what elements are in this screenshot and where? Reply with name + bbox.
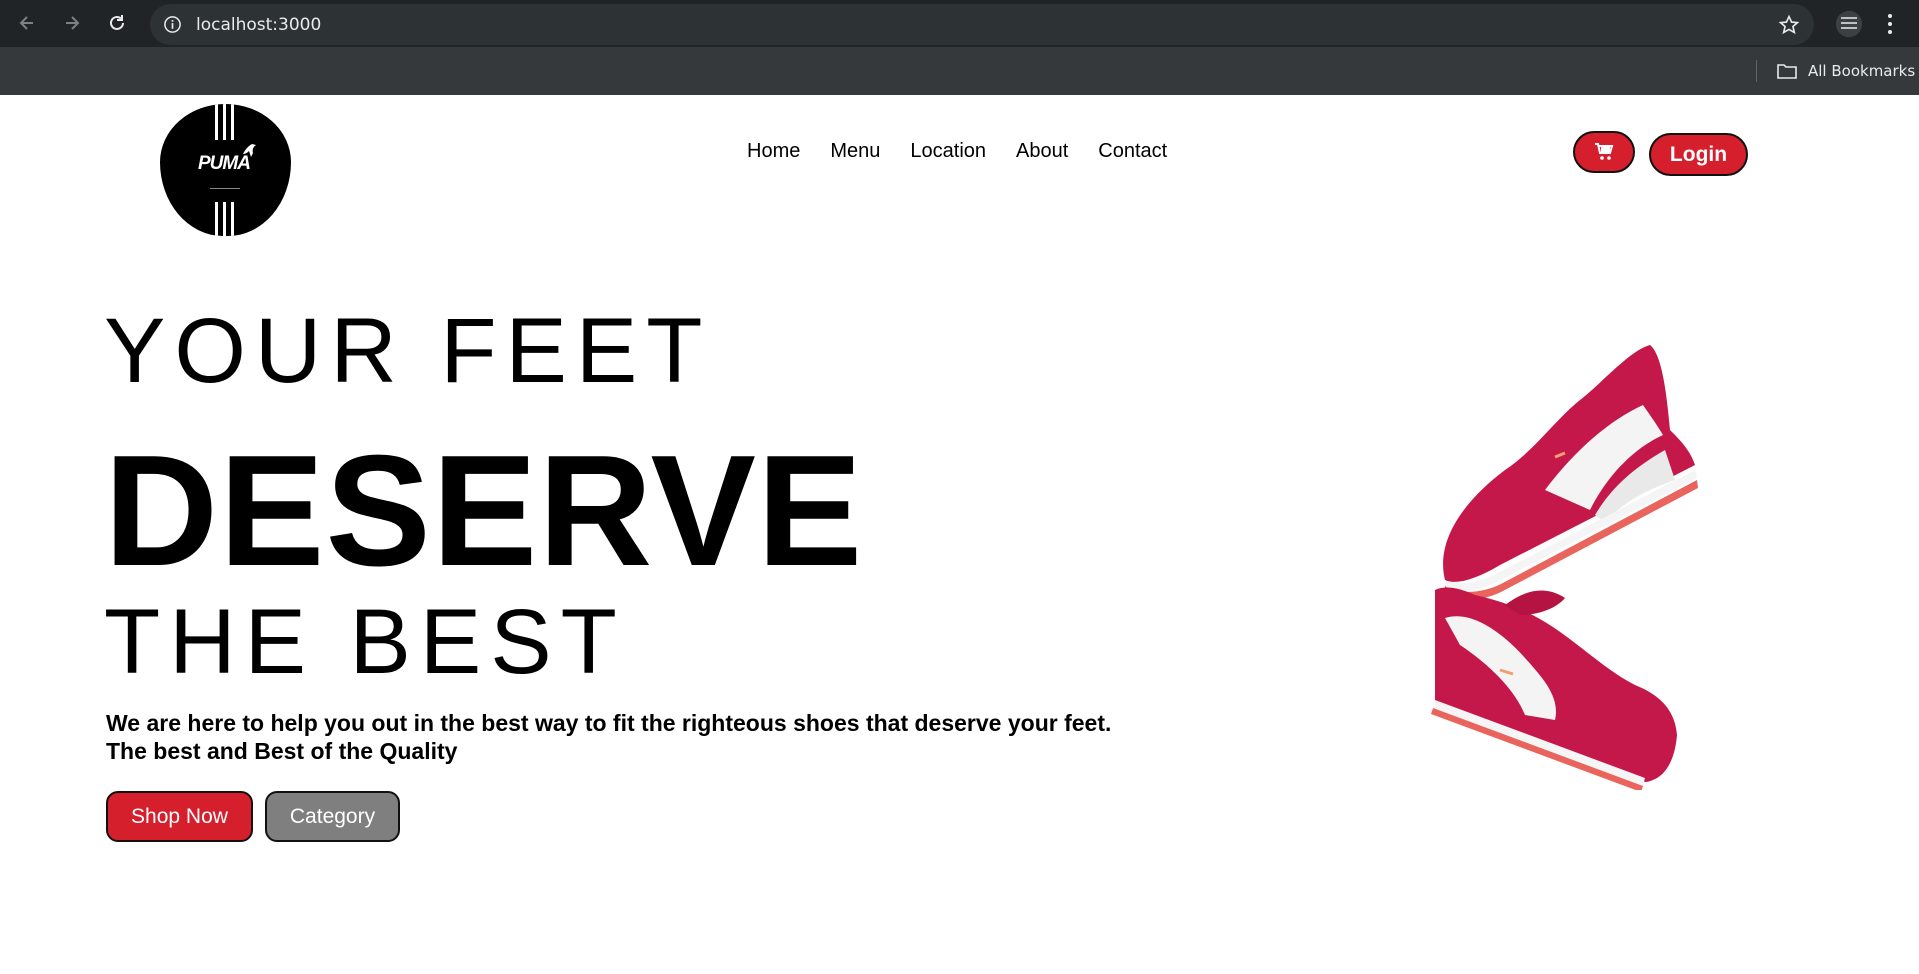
nav-contact[interactable]: Contact [1098,140,1167,163]
back-button[interactable] [14,10,40,36]
top-sneaker [1443,345,1698,600]
browser-chrome: localhost:3000 All Bookmarks [0,0,1919,95]
bottom-sneaker [1431,587,1677,790]
main-nav: Home Menu Location About Contact [747,140,1167,163]
forward-button[interactable] [59,10,85,36]
profile-avatar[interactable] [1836,11,1862,37]
arrow-left-icon [19,16,33,30]
hero-description: We are here to help you out in the best … [106,710,1112,764]
all-bookmarks-label: All Bookmarks [1808,62,1916,80]
logo-text: PUMA [198,153,251,174]
address-bar[interactable]: localhost:3000 [150,4,1814,45]
bookmarks-divider [1756,60,1757,82]
cart-button[interactable] [1573,131,1635,173]
avatar-icon [1836,11,1862,37]
browser-menu-icon[interactable] [1886,12,1894,36]
nav-location[interactable]: Location [910,140,986,163]
info-icon[interactable] [163,15,182,34]
all-bookmarks-button[interactable]: All Bookmarks [1776,60,1915,82]
hero-line-1: YOUR FEET [104,300,712,402]
nav-home[interactable]: Home [747,140,800,163]
sneakers-image [1431,345,1698,790]
cart-icon [1595,143,1614,160]
hero-line-2: DESERVE [104,423,864,599]
category-button[interactable]: Category [265,791,400,842]
brand-logo[interactable]: PUMA [160,104,291,236]
folder-icon [1777,64,1797,79]
browser-toolbar: localhost:3000 [0,0,1919,47]
nav-about[interactable]: About [1016,140,1068,163]
login-button[interactable]: Login [1649,133,1748,176]
reload-button[interactable] [104,10,130,36]
reload-icon [110,15,124,30]
nav-menu[interactable]: Menu [830,140,880,163]
bookmark-star-icon[interactable] [1778,14,1800,36]
hero-line-3: THE BEST [104,591,626,693]
arrow-right-icon [66,16,80,30]
shop-now-button[interactable]: Shop Now [106,791,253,842]
url-text[interactable]: localhost:3000 [196,15,321,35]
